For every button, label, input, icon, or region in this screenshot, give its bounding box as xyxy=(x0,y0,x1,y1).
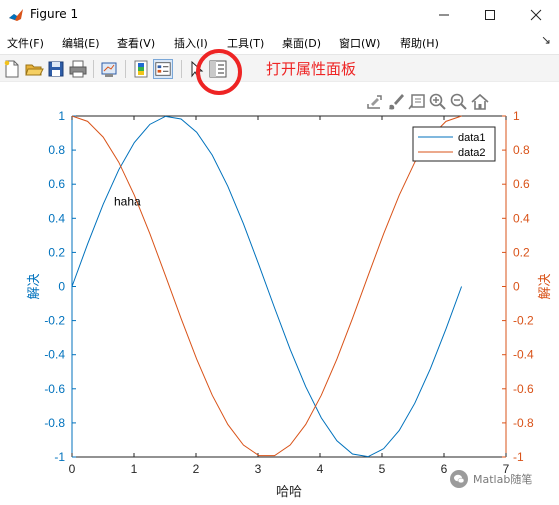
right-y-axis-label: 解决 xyxy=(537,273,552,299)
left-y-axis-label: 解决 xyxy=(26,273,41,299)
plot-canvas: 0 1 2 3 4 5 6 7-1-0.8-0.6-0.4-0.200.20.40.60.81… xyxy=(26,109,552,499)
right-y-tick-label: 0.6 xyxy=(513,177,530,191)
left-y-tick-label: 0.2 xyxy=(48,245,65,259)
left-y-tick-label: -0.2 xyxy=(44,314,65,328)
right-y-tick-label: 0 xyxy=(513,280,520,294)
right-y-tick-label: 0.8 xyxy=(513,143,530,157)
right-y-tick-label: -0.2 xyxy=(513,314,534,328)
x-axis-label: 哈哈 xyxy=(276,484,302,499)
right-y-tick-label: -0.6 xyxy=(513,382,534,396)
left-y-tick-label: 0.4 xyxy=(48,211,65,225)
legend-entry-data2: data2 xyxy=(458,147,486,159)
wechat-icon xyxy=(450,470,468,488)
x-tick-label: 5 xyxy=(379,462,386,476)
x-tick-label: 1 xyxy=(131,462,138,476)
plot-text-annotation: haha xyxy=(114,194,141,208)
right-y-tick-label: 0.2 xyxy=(513,245,530,259)
legend-entry-data1: data1 xyxy=(458,132,486,144)
x-tick-label: 2 xyxy=(193,462,200,476)
left-y-tick-label: -1 xyxy=(54,450,65,464)
x-tick-label: 3 xyxy=(255,462,262,476)
plot-area xyxy=(72,116,506,457)
left-y-tick-label: -0.6 xyxy=(44,382,65,396)
watermark-text: Matlab随笔 xyxy=(473,473,533,486)
x-tick-label: 4 xyxy=(317,462,324,476)
left-y-tick-label: 0.8 xyxy=(48,143,65,157)
left-y-tick-label: 0 xyxy=(58,280,65,294)
left-y-tick-label: -0.8 xyxy=(44,416,65,430)
left-y-tick-label: 1 xyxy=(58,109,65,123)
right-y-tick-label: -1 xyxy=(513,450,524,464)
right-y-tick-label: 1 xyxy=(513,109,520,123)
x-tick-label: 0 xyxy=(69,462,76,476)
right-y-tick-label: 0.4 xyxy=(513,211,530,225)
right-y-tick-label: -0.4 xyxy=(513,348,534,362)
x-tick-label: 6 xyxy=(441,462,448,476)
right-y-tick-label: -0.8 xyxy=(513,416,534,430)
left-y-tick-label: 0.6 xyxy=(48,177,65,191)
watermark: Matlab随笔 xyxy=(450,470,532,488)
left-y-tick-label: -0.4 xyxy=(44,348,65,362)
